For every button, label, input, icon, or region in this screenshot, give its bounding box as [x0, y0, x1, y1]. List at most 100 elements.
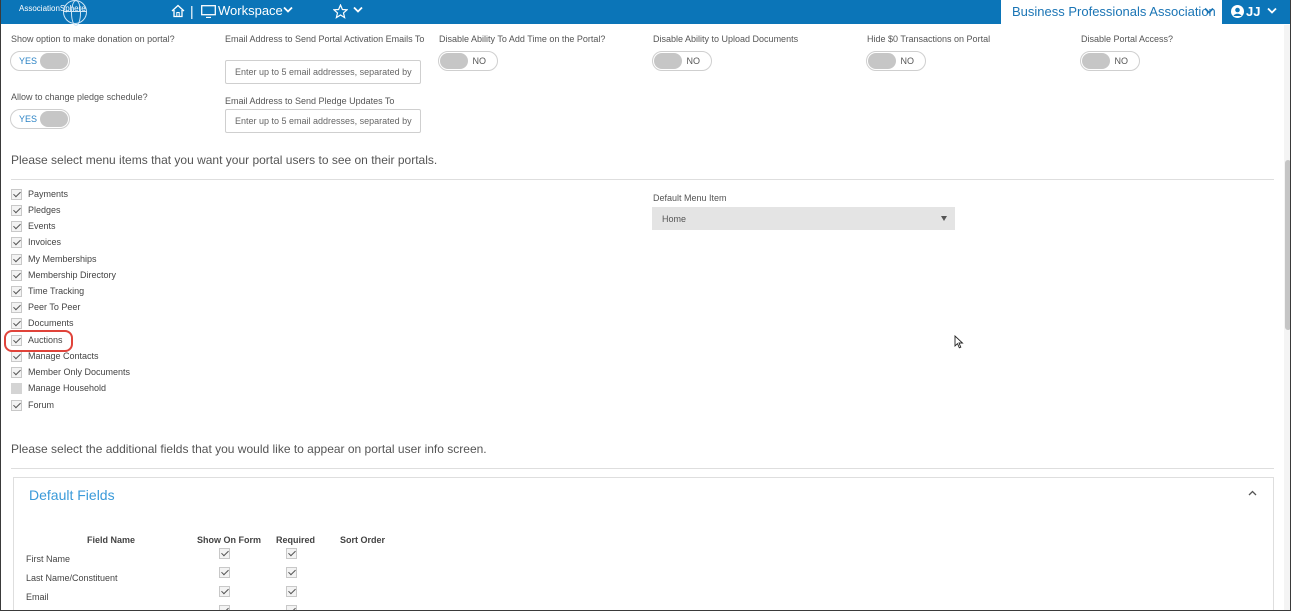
checkbox[interactable] — [11, 237, 22, 248]
toggle-text: NO — [472, 56, 487, 66]
donation-label: Show option to make donation on portal? — [11, 34, 175, 44]
required-checkbox[interactable] — [286, 567, 297, 578]
app-logo[interactable]: AssociationSphere — [19, 0, 87, 26]
monitor-icon — [201, 5, 216, 18]
default-menu-label: Default Menu Item — [653, 193, 727, 203]
organization-name: Business Professionals Association — [1012, 4, 1216, 19]
checkbox[interactable] — [11, 400, 22, 411]
add-time-toggle[interactable]: NO — [438, 51, 498, 71]
pledge-schedule-label: Allow to change pledge schedule? — [11, 92, 148, 102]
panel-title[interactable]: Default Fields — [29, 487, 115, 503]
pledge-email-label: Email Address to Send Pledge Updates To — [225, 96, 395, 106]
checkbox[interactable] — [11, 221, 22, 232]
app-frame: AssociationSphere | Workspace Business P… — [0, 0, 1291, 611]
disable-access-toggle[interactable]: NO — [1080, 51, 1140, 71]
caret-down-icon — [941, 216, 947, 221]
show-on-form-checkbox[interactable] — [219, 586, 230, 597]
hide-zero-toggle[interactable]: NO — [866, 51, 926, 71]
show-on-form-checkbox[interactable] — [219, 548, 230, 559]
disable-access-label: Disable Portal Access? — [1081, 34, 1174, 44]
menu-item-label: Member Only Documents — [28, 367, 131, 377]
toggle-text: YES — [19, 56, 38, 66]
top-navigation-bar: AssociationSphere | Workspace Business P… — [1, 0, 1290, 26]
toggle-knob — [40, 53, 68, 69]
menu-item-label: Time Tracking — [28, 286, 85, 296]
section-divider — [11, 468, 1274, 469]
checkbox[interactable] — [11, 383, 22, 394]
menu-item-label: Documents — [28, 318, 74, 328]
toggle-text: NO — [1114, 56, 1129, 66]
home-icon[interactable] — [171, 4, 185, 18]
default-menu-value: Home — [662, 214, 687, 224]
checkbox[interactable] — [11, 270, 22, 281]
checkbox[interactable] — [11, 205, 22, 216]
field-name-email: Email — [26, 592, 49, 602]
required-checkbox[interactable] — [286, 548, 297, 559]
checkbox[interactable] — [11, 286, 22, 297]
upload-docs-label: Disable Ability to Upload Documents — [653, 34, 799, 44]
star-icon[interactable] — [333, 4, 348, 19]
default-menu-select[interactable]: Home — [652, 207, 955, 230]
fields-section-title: Please select the additional fields that… — [11, 442, 487, 456]
checkbox[interactable] — [11, 318, 22, 329]
toggle-knob — [40, 111, 68, 127]
menu-item-label: Forum — [28, 400, 55, 410]
organization-selector[interactable]: Business Professionals Association — [1001, 0, 1222, 24]
menu-item-label: Membership Directory — [28, 270, 117, 280]
activation-email-input[interactable] — [225, 60, 421, 84]
pledge-email-input[interactable] — [225, 109, 421, 133]
pledge-schedule-toggle[interactable]: YES — [10, 109, 70, 129]
toggle-knob — [1082, 53, 1110, 69]
chevron-down-icon — [1267, 7, 1277, 14]
toggle-text: NO — [900, 56, 915, 66]
column-header-required: Required — [276, 535, 316, 545]
show-on-form-checkbox[interactable] — [219, 605, 230, 610]
field-name-last-name: Last Name/Constituent — [26, 573, 118, 583]
chevron-down-icon[interactable] — [353, 6, 363, 14]
column-header-show-on-form: Show On Form — [197, 535, 261, 545]
field-name-first-name: First Name — [26, 554, 71, 564]
column-header-field-name: Field Name — [87, 535, 136, 545]
menu-item-label: My Memberships — [28, 254, 97, 264]
user-menu[interactable]: JJ — [1223, 0, 1290, 24]
column-header-sort-order: Sort Order — [340, 535, 386, 545]
chevron-up-icon[interactable] — [1248, 490, 1257, 496]
menu-item-label: Peer To Peer — [28, 302, 81, 312]
workspace-menu[interactable]: Workspace — [218, 3, 283, 18]
chevron-down-icon — [1204, 7, 1214, 14]
checkbox[interactable] — [11, 254, 22, 265]
menu-item-label: Events — [28, 221, 56, 231]
menu-item-label: Manage Contacts — [28, 351, 99, 361]
menu-item-label: Manage Household — [28, 383, 107, 393]
show-on-form-checkbox[interactable] — [219, 567, 230, 578]
required-checkbox[interactable] — [286, 605, 297, 610]
toggle-text: NO — [686, 56, 701, 66]
menu-item-label: Payments — [28, 189, 69, 199]
menu-section-title: Please select menu items that you want y… — [11, 153, 438, 167]
required-checkbox[interactable] — [286, 586, 297, 597]
toggle-text: YES — [19, 114, 38, 124]
chevron-down-icon[interactable] — [283, 6, 293, 14]
user-icon — [1231, 5, 1244, 18]
toggle-knob — [868, 53, 896, 69]
checkbox[interactable] — [11, 189, 22, 200]
toggle-knob — [440, 53, 468, 69]
menu-item-label: Invoices — [28, 237, 62, 247]
checkbox[interactable] — [11, 302, 22, 313]
hide-zero-label: Hide $0 Transactions on Portal — [867, 34, 991, 44]
add-time-label: Disable Ability To Add Time on the Porta… — [439, 34, 606, 44]
upload-docs-toggle[interactable]: NO — [652, 51, 712, 71]
nav-separator: | — [190, 3, 194, 19]
default-fields-panel: Default Fields Field Name Show On Form R… — [13, 477, 1274, 610]
logo-text: AssociationSphere — [19, 4, 86, 13]
auctions-highlight-annotation — [4, 330, 73, 352]
user-initials: JJ — [1246, 4, 1261, 19]
donation-toggle[interactable]: YES — [10, 51, 70, 71]
scrollbar-thumb[interactable] — [1285, 160, 1290, 330]
section-divider — [11, 179, 1274, 180]
toggle-knob — [654, 53, 682, 69]
checkbox[interactable] — [11, 351, 22, 362]
menu-item-label: Pledges — [28, 205, 61, 215]
mouse-cursor-icon — [954, 335, 964, 349]
checkbox[interactable] — [11, 367, 22, 378]
